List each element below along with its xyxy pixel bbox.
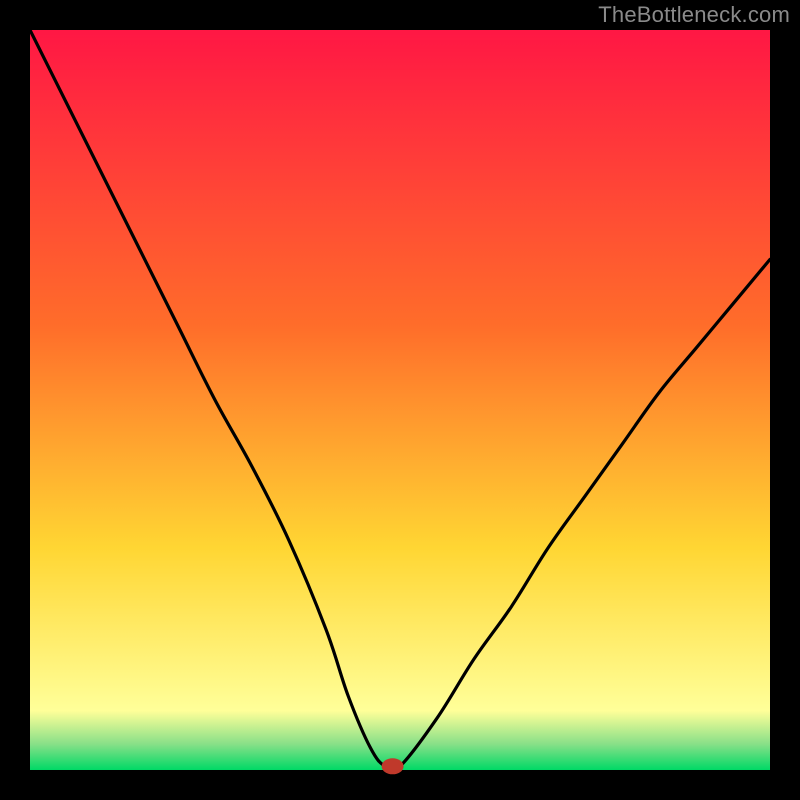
bottleneck-chart [0,0,800,800]
chart-container: TheBottleneck.com [0,0,800,800]
optimal-point-marker [382,758,404,774]
watermark-label: TheBottleneck.com [598,2,790,28]
chart-background [30,30,770,770]
